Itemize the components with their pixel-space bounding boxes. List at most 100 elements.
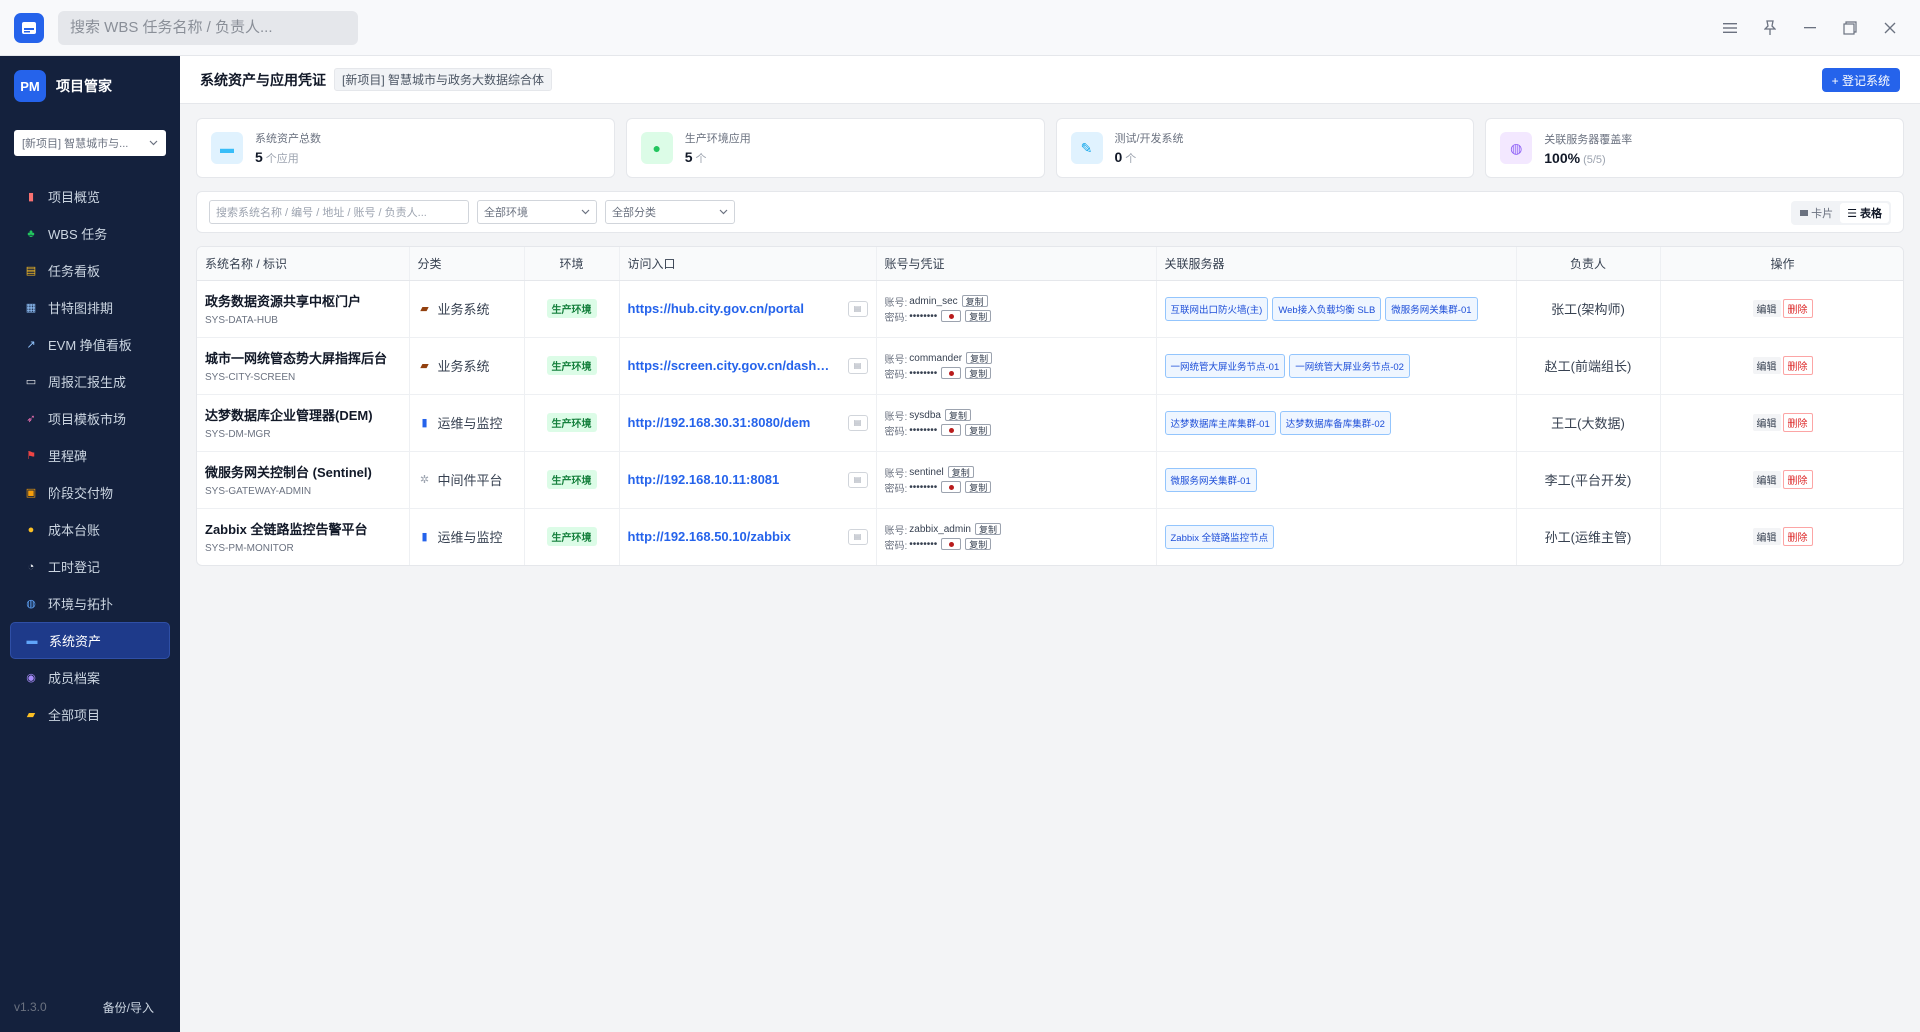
server-chip[interactable]: 互联网出口防火墙(主) [1164,296,1269,321]
server-chip[interactable]: 一网统管大屏业务节点-01 [1164,353,1286,378]
account-label: 账号: [884,468,908,480]
edit-button[interactable]: 编辑 [1752,528,1781,546]
copy-password-button[interactable]: 复制 [965,538,992,551]
sidebar-item[interactable]: ▦ 甘特图排期 [10,289,170,326]
register-system-button[interactable]: + 登记系统 [1821,68,1900,92]
server-chip[interactable]: Zabbix 全链路监控节点 [1164,524,1275,549]
copy-url-icon[interactable]: ▤ [847,471,868,488]
server-chip[interactable]: 一网统管大屏业务节点-02 [1289,353,1410,378]
password-mask: •••••••• [909,538,938,550]
view-card-button[interactable]: 卡片 [1793,203,1840,223]
sidebar-item[interactable]: ● 成本台账 [10,511,170,548]
edit-button[interactable]: 编辑 [1752,300,1781,317]
stat-unit: 个 [1125,153,1137,165]
copy-account-button[interactable]: 复制 [944,409,971,421]
copy-url-icon[interactable]: ▤ [847,357,868,374]
global-search-input[interactable] [58,10,358,45]
menu-icon[interactable] [1710,8,1750,48]
password-mask: •••••••• [909,424,938,436]
sidebar-item[interactable]: ▬ 系统资产 [10,622,170,659]
asset-search-input[interactable]: 搜索系统名称 / 编号 / 地址 / 账号 / 负责人... [209,200,469,224]
access-url-link[interactable]: https://screen.city.gov.cn/dashboard [628,358,836,373]
delete-button[interactable]: 删除 [1782,356,1813,375]
copy-password-button[interactable]: 复制 [965,481,992,493]
copy-account-button[interactable]: 复制 [966,352,993,364]
minimize-icon[interactable] [1790,8,1830,48]
copy-account-button[interactable]: 复制 [961,295,988,307]
env-filter-select[interactable]: 全部环境 [477,200,597,224]
account-value: sentinel [909,466,944,478]
sidebar-item[interactable]: ➶ 项目模板市场 [10,400,170,437]
sidebar-item[interactable]: ◉ 成员档案 [10,659,170,696]
owner-cell: 张工(架构师) [1516,280,1661,338]
restore-icon[interactable] [1830,8,1870,48]
sidebar-item[interactable]: ♣ WBS 任务 [10,215,170,252]
show-password-icon[interactable] [941,481,962,493]
copy-password-button[interactable]: 复制 [965,424,992,436]
copy-password-button[interactable]: 复制 [965,367,992,379]
backup-import-link[interactable]: 备份/导入 [103,999,154,1016]
copy-url-icon[interactable]: ▤ [847,528,868,545]
close-icon[interactable] [1870,8,1910,48]
access-url-link[interactable]: http://192.168.50.10/zabbix [628,529,791,544]
copy-password-button[interactable]: 复制 [965,310,992,322]
env-badge: 生产环境 [546,527,597,547]
stat-label: 系统资产总数 [255,133,321,145]
calendar-icon: ▦ [25,302,37,314]
title-bar [0,0,1920,56]
access-url-link[interactable]: http://192.168.10.11:8081 [628,472,780,487]
account-value: admin_sec [909,295,958,307]
edit-button[interactable]: 编辑 [1752,471,1781,488]
copy-account-button[interactable]: 复制 [947,466,974,478]
sidebar-item[interactable]: ⚑ 里程碑 [10,437,170,474]
pin-icon[interactable] [1750,8,1790,48]
delete-button[interactable]: 删除 [1782,470,1813,489]
show-password-icon[interactable] [941,424,962,436]
brand: PM 项目管家 [0,56,180,116]
account-label: 账号: [884,525,908,537]
show-password-icon[interactable] [941,367,962,379]
laptop-icon: ▬ [26,634,38,647]
sidebar-item[interactable]: ▣ 阶段交付物 [10,474,170,511]
edit-button[interactable]: 编辑 [1752,414,1781,431]
password-label: 密码: [884,312,908,324]
password-label: 密码: [884,540,908,552]
sidebar-item[interactable]: ▭ 周报汇报生成 [10,363,170,400]
server-chip[interactable]: 微服务网关集群-01 [1164,467,1257,492]
show-password-icon[interactable] [941,538,962,551]
card-view-icon [1800,210,1809,216]
gear-icon: ✲ [419,474,430,486]
server-chip[interactable]: Web接入负载均衡 SLB [1272,296,1382,321]
sidebar-footer: v1.3.0 备份/导入 [0,982,180,1032]
sidebar-item[interactable]: ◔ 工时登记 [10,548,170,585]
access-url-link[interactable]: https://hub.city.gov.cn/portal [628,301,804,316]
delete-button[interactable]: 删除 [1782,413,1813,432]
edit-button[interactable]: 编辑 [1752,357,1781,374]
sidebar-item[interactable]: ◍ 环境与拓扑 [10,585,170,622]
project-select[interactable]: [新项目] 智慧城市与... [14,130,166,156]
sidebar-item[interactable]: ▰ 全部项目 [10,696,170,733]
sidebar-item[interactable]: ▮ 项目概览 [10,178,170,215]
account-value: commander [909,352,963,364]
category-filter-select[interactable]: 全部分类 [605,200,735,224]
copy-account-button[interactable]: 复制 [975,523,1002,536]
env-badge: 生产环境 [546,413,597,432]
sidebar-item[interactable]: ↗ EVM 挣值看板 [10,326,170,363]
server-chip[interactable]: 微服务网关集群-01 [1385,296,1478,321]
access-url-link[interactable]: http://192.168.30.31:8080/dem [628,415,811,430]
url-cell: http://192.168.50.10/zabbix ▤ [619,508,877,565]
stat-card: ▬ 系统资产总数 5 个应用 [196,118,615,178]
copy-url-icon[interactable]: ▤ [847,414,868,431]
server-chip[interactable]: 达梦数据库备库集群-02 [1279,410,1391,435]
trend-icon: ↗ [26,339,36,351]
show-password-icon[interactable] [941,310,962,322]
rocket-icon: ➶ [26,413,36,425]
server-chip[interactable]: 达梦数据库主库集群-01 [1164,410,1276,435]
delete-button[interactable]: 删除 [1782,299,1813,318]
sidebar-item[interactable]: ▤ 任务看板 [10,252,170,289]
copy-url-icon[interactable]: ▤ [847,300,868,317]
stat-label: 生产环境应用 [684,133,751,145]
view-table-button[interactable]: ☰ 表格 [1840,203,1889,223]
category-label: 业务系统 [437,302,490,317]
delete-button[interactable]: 删除 [1782,527,1813,547]
